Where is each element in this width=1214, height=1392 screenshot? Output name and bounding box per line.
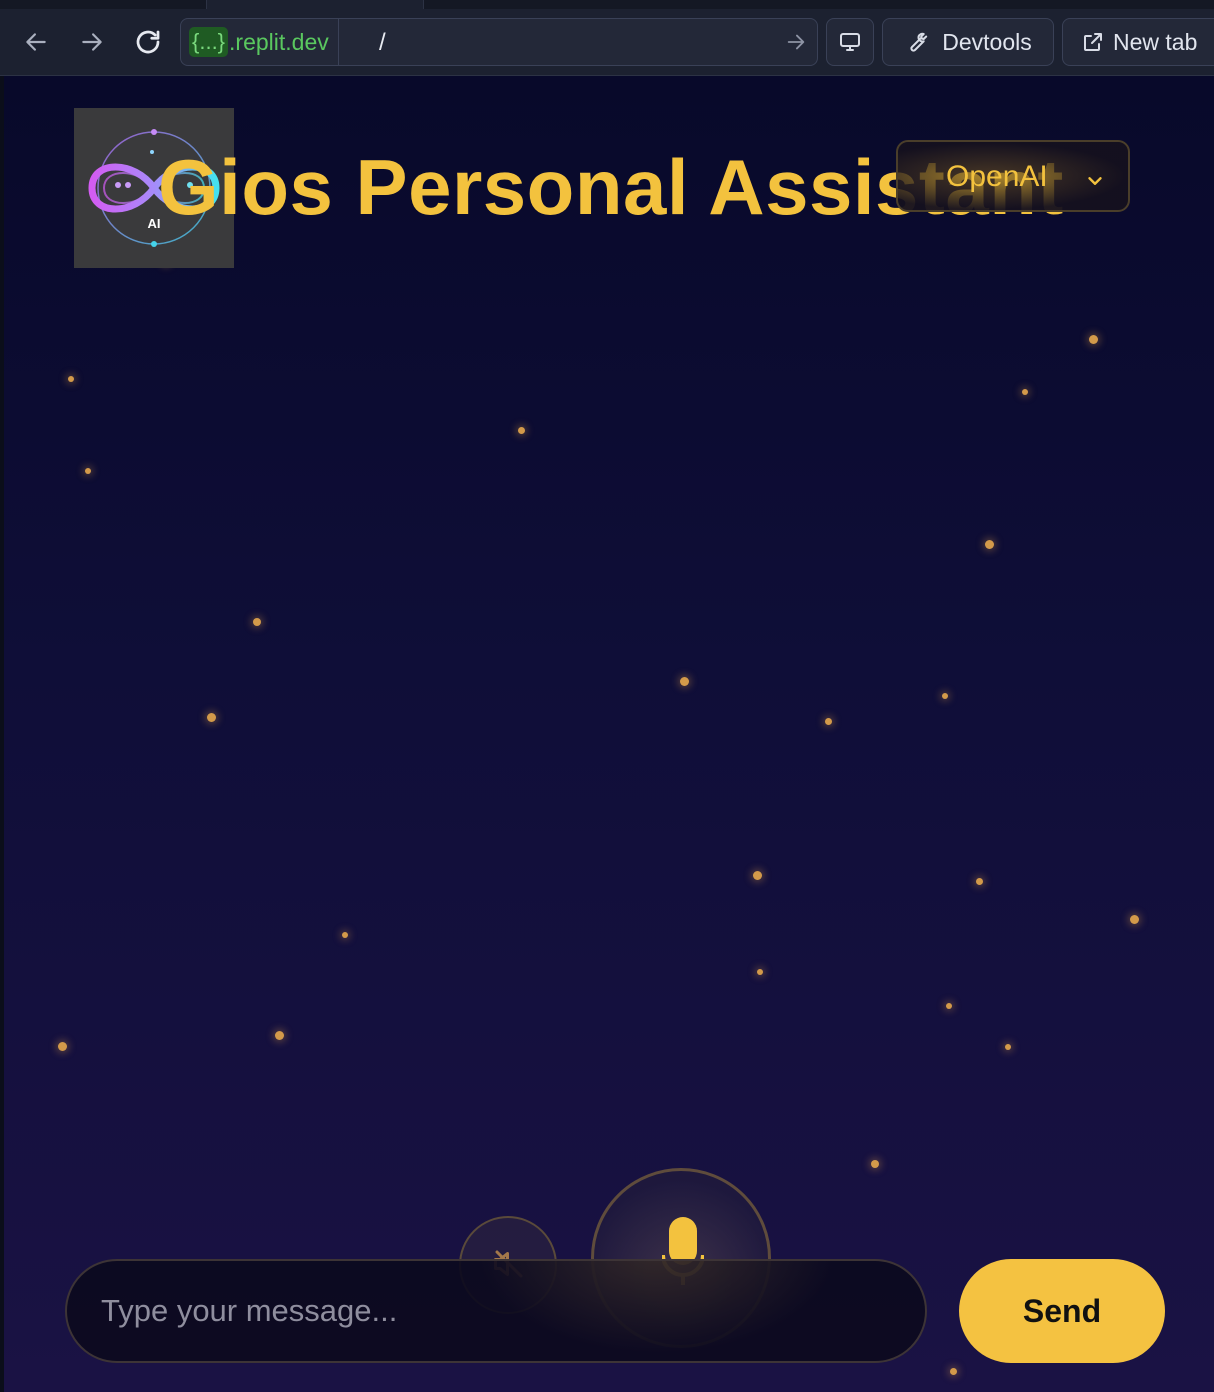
star-particle bbox=[753, 871, 762, 880]
send-button[interactable]: Send bbox=[959, 1259, 1165, 1363]
star-particle bbox=[1005, 1044, 1011, 1050]
star-particle bbox=[985, 540, 994, 549]
url-host-badge: {...} bbox=[189, 27, 229, 57]
star-particle bbox=[871, 1160, 879, 1168]
star-particle bbox=[1130, 915, 1139, 924]
star-particle bbox=[757, 969, 763, 975]
reload-icon bbox=[136, 30, 160, 54]
star-particle bbox=[976, 878, 983, 885]
go-arrow-icon bbox=[787, 34, 805, 50]
new-tab-label: New tab bbox=[1113, 28, 1198, 55]
star-particle bbox=[58, 1042, 67, 1051]
url-path[interactable]: / bbox=[379, 29, 386, 57]
star-particle bbox=[253, 618, 261, 626]
model-selector[interactable]: OpenAI bbox=[896, 140, 1130, 212]
url-host: {...} .replit.dev bbox=[189, 19, 339, 65]
star-particle bbox=[942, 693, 948, 699]
monitor-icon bbox=[840, 33, 860, 51]
external-link-icon bbox=[1084, 33, 1102, 51]
star-particle bbox=[518, 427, 525, 434]
star-particle bbox=[950, 1368, 957, 1375]
active-tab[interactable] bbox=[206, 0, 424, 9]
devtools-button[interactable]: Devtools bbox=[882, 18, 1054, 66]
chevron-down-icon bbox=[1084, 166, 1106, 200]
forward-arrow-icon bbox=[82, 33, 102, 51]
url-bar[interactable]: {...} .replit.dev / bbox=[180, 18, 818, 66]
devtools-label: Devtools bbox=[942, 28, 1032, 55]
browser-toolbar: {...} .replit.dev / Devtools New tab bbox=[0, 0, 1214, 76]
message-input[interactable] bbox=[67, 1261, 925, 1361]
forward-button[interactable] bbox=[70, 20, 114, 64]
tab-strip bbox=[0, 0, 1214, 9]
star-particle bbox=[207, 713, 216, 722]
url-host-text: .replit.dev bbox=[229, 28, 329, 55]
star-particle bbox=[85, 468, 91, 474]
reload-button[interactable] bbox=[126, 20, 170, 64]
star-particle bbox=[275, 1031, 284, 1040]
back-button[interactable] bbox=[14, 20, 58, 64]
star-particle bbox=[1089, 335, 1098, 344]
new-tab-button[interactable]: New tab bbox=[1062, 18, 1214, 66]
back-arrow-icon bbox=[26, 33, 46, 51]
star-particle bbox=[1022, 389, 1028, 395]
message-input-wrapper bbox=[65, 1259, 927, 1363]
wrench-icon bbox=[910, 32, 928, 52]
star-particle bbox=[946, 1003, 952, 1009]
go-button[interactable] bbox=[785, 31, 807, 58]
star-particle bbox=[680, 677, 689, 686]
screen-button[interactable] bbox=[826, 18, 874, 66]
app-page: AI Gios Personal Assistant OpenAI Send bbox=[4, 76, 1214, 1392]
model-selector-value: OpenAI bbox=[946, 160, 1048, 193]
star-particle bbox=[825, 718, 832, 725]
star-particle bbox=[342, 932, 348, 938]
star-particle bbox=[68, 376, 74, 382]
